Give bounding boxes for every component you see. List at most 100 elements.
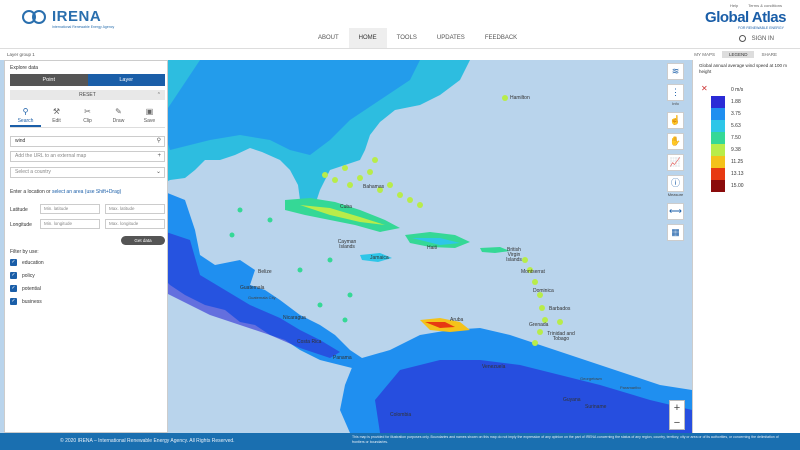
zoom-in-button[interactable]: + <box>670 401 684 416</box>
user-icon <box>738 35 746 42</box>
place-label: Venezuela <box>482 364 506 370</box>
zoom-out-button[interactable]: − <box>670 416 684 431</box>
tab-search-label: Search <box>17 118 34 124</box>
legend-item: 3.75 <box>711 108 791 120</box>
nav-home[interactable]: HOME <box>348 28 387 48</box>
chart-button[interactable]: 📈 <box>667 154 684 171</box>
disclaimer: This map is provided for illustration pu… <box>352 435 779 444</box>
tab-save[interactable]: ▣ Save <box>134 104 165 127</box>
longitude-label: Longitude <box>10 222 32 228</box>
filter-education[interactable]: ✓ education <box>10 259 44 266</box>
legend-label: 3.75 <box>731 111 741 117</box>
filter-policy[interactable]: ✓ policy <box>10 272 35 279</box>
legend-swatch <box>711 120 725 132</box>
measure-button[interactable]: ⟷ <box>667 203 684 220</box>
search-icon[interactable]: ⚲ <box>157 137 161 146</box>
grid-button[interactable]: ▦ <box>667 224 684 241</box>
panel-title: Explore data <box>10 65 39 71</box>
nav-updates[interactable]: UPDATES <box>427 28 475 48</box>
checkbox-icon[interactable]: ✓ <box>10 298 17 305</box>
save-icon: ▣ <box>145 107 154 116</box>
tab-clip[interactable]: ✂ Clip <box>72 104 103 127</box>
latitude-row: Latitude Min. latitude Max. latitude <box>10 204 165 216</box>
longitude-row: Longitude Min. longitude Max. longitude <box>10 219 165 231</box>
legend-swatch <box>711 180 725 192</box>
point-button-map[interactable]: ✋ <box>667 133 684 150</box>
latitude-label: Latitude <box>10 207 28 213</box>
place-label: Jamaica <box>370 255 389 261</box>
tab-search[interactable]: ⚲ Search <box>10 104 41 127</box>
place-label: Nicaragua <box>283 315 306 321</box>
max-latitude-input[interactable]: Max. latitude <box>105 204 165 214</box>
min-latitude-input[interactable]: Min. latitude <box>40 204 100 214</box>
global-atlas-logo[interactable]: Global Atlas <box>705 9 786 26</box>
tab-share[interactable]: SHARE <box>754 51 784 58</box>
layer-button[interactable]: Layer <box>87 74 165 86</box>
place-label: Cuba <box>340 204 352 210</box>
info-circle-icon: ⓘ <box>667 175 684 192</box>
location-prefix: Enter a location or <box>10 189 51 195</box>
info-button[interactable]: ⓘ Measure <box>667 175 684 197</box>
legend-item: 15.00 <box>711 180 791 192</box>
place-label: Hamilton <box>510 95 530 101</box>
place-label: Guyana <box>563 397 581 403</box>
tab-legend[interactable]: LEGEND <box>721 51 755 58</box>
sign-in-button[interactable]: SIGN IN <box>738 35 774 42</box>
place-label: Dominica <box>533 288 554 294</box>
hand-icon: ✋ <box>667 133 684 150</box>
terms-link[interactable]: Terms & conditions <box>748 3 782 8</box>
filter-potential[interactable]: ✓ potential <box>10 285 41 292</box>
country-placeholder: Select a country <box>15 169 51 175</box>
legend-swatch <box>711 108 725 120</box>
remove-layer-icon[interactable]: ✕ <box>701 84 708 93</box>
nav-feedback[interactable]: FEEDBACK <box>475 28 527 48</box>
chart-icon: 📈 <box>667 154 684 171</box>
reset-button[interactable]: RESET ⌃ <box>10 90 165 100</box>
place-label: Costa Rica <box>297 339 322 345</box>
chevron-up-icon[interactable]: ⌃ <box>157 90 161 100</box>
legend-label: 1.88 <box>731 99 741 105</box>
layers-button[interactable]: ≋ <box>667 63 684 80</box>
identify-button[interactable]: ☝ <box>667 112 684 129</box>
identify-icon: ☝ <box>667 112 684 129</box>
checkbox-icon[interactable]: ✓ <box>10 285 17 292</box>
search-value: wind <box>15 138 26 144</box>
measure-label: Measure <box>667 192 684 197</box>
place-label: Paramaribo <box>620 385 641 390</box>
min-longitude-input[interactable]: Min. longitude <box>40 219 100 229</box>
layer-group-label[interactable]: Layer group 1 <box>7 52 35 57</box>
legend-item: 1.88 <box>711 96 791 108</box>
tool-tabs: ⚲ Search ⚒ Edit ✂ Clip ✎ Draw ▣ Save <box>10 104 165 128</box>
legend-label: 0 m/s <box>731 87 744 93</box>
clip-icon: ✂ <box>84 107 91 116</box>
place-label: Grenada <box>529 322 549 328</box>
tab-draw[interactable]: ✎ Draw <box>103 104 134 127</box>
get-data-button[interactable]: Get data <box>121 236 165 245</box>
select-area-link[interactable]: select an area (use Shift+Drag) <box>52 189 121 195</box>
chevron-down-icon: ⌄ <box>155 169 161 175</box>
checkbox-icon[interactable]: ✓ <box>10 272 17 279</box>
top-bar: IRENA International Renewable Energy Age… <box>0 0 800 48</box>
legend-label: 7.50 <box>731 135 741 141</box>
nav-about[interactable]: ABOUT <box>308 28 349 48</box>
tab-my-maps[interactable]: MY MAPS <box>687 51 722 58</box>
filter-label-text: potential <box>22 285 41 292</box>
footer: © 2020 IRENA – International Renewable E… <box>0 433 800 450</box>
legend-title: Global annual average wind speed at 100 … <box>699 63 788 74</box>
more-button[interactable]: ⋮ Info <box>667 84 684 106</box>
point-button[interactable]: Point <box>10 74 88 86</box>
nav-tools[interactable]: TOOLS <box>387 28 427 48</box>
search-input[interactable]: wind ⚲ <box>10 136 165 147</box>
max-longitude-input[interactable]: Max. longitude <box>105 219 165 229</box>
country-select[interactable]: Select a country ⌄ <box>10 167 165 178</box>
edit-icon: ⚒ <box>52 107 61 116</box>
tab-edit[interactable]: ⚒ Edit <box>41 104 72 127</box>
checkbox-icon[interactable]: ✓ <box>10 259 17 266</box>
filter-business[interactable]: ✓ business <box>10 298 42 305</box>
url-input[interactable]: Add the URL to an external map + <box>10 151 165 162</box>
irena-logo[interactable]: IRENA International Renewable Energy Age… <box>22 8 114 29</box>
help-link[interactable]: Help <box>730 3 738 8</box>
legend-label: 13.13 <box>731 171 744 177</box>
plus-icon[interactable]: + <box>157 152 161 161</box>
url-placeholder: Add the URL to an external map <box>15 153 87 159</box>
